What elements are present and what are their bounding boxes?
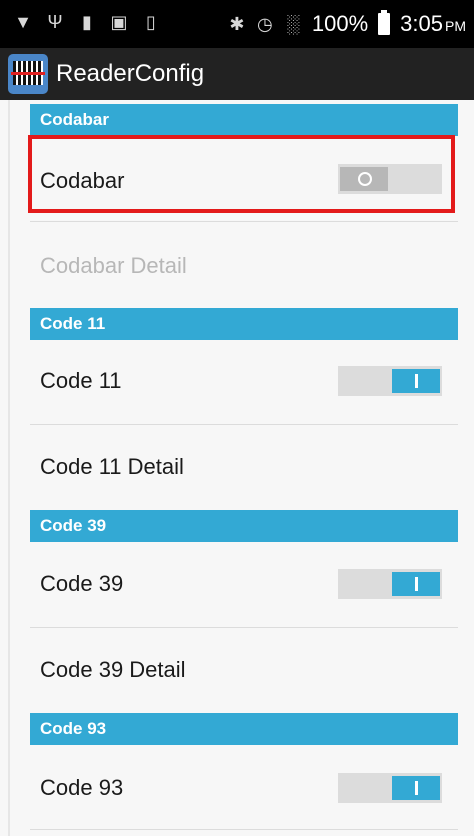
toggle-code-11[interactable] [338, 366, 442, 396]
clock-time: 3:05 [400, 11, 443, 36]
pref-row-code-11[interactable]: Code 11 [30, 331, 458, 431]
barcode-scanner-icon[interactable] [8, 54, 48, 94]
toggle-code-39[interactable] [338, 569, 442, 599]
usb-icon: Ψ [47, 12, 63, 32]
toggle-thumb [392, 776, 440, 800]
signal-icon: ░ [286, 14, 300, 34]
highlight-box [28, 135, 455, 213]
pref-row-codabar-detail: Codabar Detail [30, 216, 458, 316]
action-bar: ReaderConfig [0, 48, 474, 100]
clock-ampm: PM [445, 18, 466, 34]
pref-row-code-11-detail[interactable]: Code 11 Detail [30, 417, 458, 517]
app-title: ReaderConfig [56, 60, 205, 87]
pref-row-code-39[interactable]: Code 39 [30, 534, 458, 634]
pref-row-code-39-detail[interactable]: Code 39 Detail [30, 620, 458, 720]
alarm-icon: ◷ [257, 14, 273, 34]
pref-label-code-11-detail: Code 11 Detail [40, 454, 184, 479]
pref-label-codabar-detail: Codabar Detail [40, 253, 187, 278]
battery-icon [378, 10, 391, 35]
image-icon: ▣ [110, 12, 128, 32]
sd-card-icon: ▮ [82, 12, 92, 32]
screen: ▼ Ψ ▮ ▣ ▯ ✱ ◷ ░ 100% 3:05 PM ReaderConfig… [0, 0, 474, 836]
wifi-question-icon: ▼ [14, 12, 32, 32]
pref-label-code-39: Code 39 [40, 571, 124, 596]
toggle-code-93[interactable] [338, 773, 442, 803]
pref-label-code-11: Code 11 [40, 368, 122, 393]
pref-row-code-93[interactable]: Code 93 [30, 738, 458, 836]
barcode-icon: ▯ [146, 12, 156, 32]
status-bar: ▼ Ψ ▮ ▣ ▯ ✱ ◷ ░ 100% 3:05 PM [0, 0, 474, 48]
bluetooth-icon: ✱ [229, 14, 245, 34]
pref-label-code-39-detail: Code 39 Detail [40, 657, 186, 682]
battery-percent: 100% [311, 11, 369, 36]
left-edge-rule [8, 100, 10, 836]
toggle-thumb [392, 369, 440, 393]
clock: 3:05 PM [400, 11, 466, 37]
divider [30, 829, 458, 830]
pref-label-code-93: Code 93 [40, 775, 124, 800]
toggle-thumb [392, 572, 440, 596]
